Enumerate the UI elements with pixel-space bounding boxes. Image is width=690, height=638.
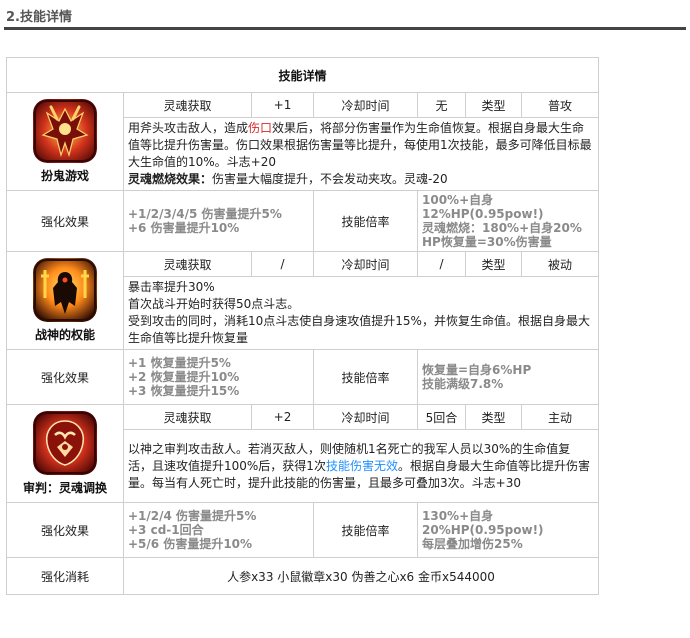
enhance-line: +6 伤害量提升10% <box>128 221 240 235</box>
desc-line: 暴击率提升30% <box>128 280 215 294</box>
skill-3-cooldown: 5回合 <box>417 404 466 430</box>
cooldown-header: 冷却时间 <box>313 251 418 277</box>
skill-1-type: 普攻 <box>520 92 600 118</box>
enhance-label: 强化效果 <box>6 502 124 558</box>
skill-3-enhance: +1/2/4 伤害量提升5% +3 cd-1回合 +5/6 伤害量提升10% <box>123 502 314 558</box>
skill-2-multiplier: 恢复量=自身6%HP 技能满级7.8% <box>416 349 600 405</box>
skill-1-cooldown: 无 <box>417 92 466 118</box>
skill-detail-table: 技能详情 扮鬼游戏 灵魂获取 +1 冷却时间 无 类型 普攻 用斧头攻击敌人，造… <box>5 57 600 595</box>
multiplier-line: 100%+自身12%HP(0.95pow!) <box>422 193 544 221</box>
skill-1-soul-gain: +1 <box>251 92 314 118</box>
horned-warrior-icon <box>33 99 97 163</box>
enhance-label: 强化效果 <box>6 349 124 405</box>
skill-1-name: 扮鬼游戏 <box>40 169 89 183</box>
skill-1-enhance: +1/2/3/4/5 伤害量提升5% +6 伤害量提升10% <box>123 190 314 252</box>
skill-immune-keyword: 技能伤害无效 <box>325 458 398 473</box>
enhance-line: +1/2/4 伤害量提升5% <box>128 509 257 523</box>
skill-3-soul-gain: +2 <box>251 404 314 430</box>
multiplier-line: HP恢复量=30%伤害量 <box>422 235 552 249</box>
multiplier-line: 130%+自身20%HP(0.95pow!) <box>422 509 544 537</box>
cooldown-header: 冷却时间 <box>313 404 418 430</box>
type-header: 类型 <box>465 404 522 430</box>
desc-text: 伤害量大幅度提升，不会发动夹攻。灵魂-20 <box>212 172 448 186</box>
skill-3-description: 以神之审判攻击敌人。若消灭敌人，则使随机1名死亡的我军人员以30%的生命值复活，… <box>122 429 600 503</box>
skill-2-name: 战神的权能 <box>34 328 95 342</box>
enhance-label: 强化效果 <box>6 190 124 252</box>
soul-burn-label: 灵魂燃烧效果： <box>128 172 213 186</box>
multiplier-label: 技能倍率 <box>313 349 418 405</box>
war-god-icon <box>33 258 97 322</box>
skill-2-type: 被动 <box>520 251 600 277</box>
soul-gain-header: 灵魂获取 <box>123 404 252 430</box>
wound-keyword: 伤口 <box>248 121 273 135</box>
skill-2-enhance: +1 恢复量提升5% +2 恢复量提升10% +3 恢复量提升15% <box>123 349 314 405</box>
enhance-line: +2 恢复量提升10% <box>128 370 240 384</box>
multiplier-line: 灵魂燃烧：180%+自身20% <box>422 221 582 235</box>
section-divider <box>4 27 686 30</box>
skill-2-icon-cell: 战神的权能 <box>6 251 124 350</box>
skill-3-name: 审判：灵魂调换 <box>22 481 107 495</box>
cost-label: 强化消耗 <box>6 557 124 595</box>
enhance-line: +3 恢复量提升15% <box>128 384 240 398</box>
skill-2-description: 暴击率提升30% 首次战斗开始时获得50点斗志。 受到攻击的同时，消耗10点斗志… <box>122 276 600 350</box>
multiplier-label: 技能倍率 <box>313 502 418 558</box>
judgment-soul-icon <box>33 411 97 475</box>
soul-gain-header: 灵魂获取 <box>123 251 252 277</box>
multiplier-label: 技能倍率 <box>313 190 418 252</box>
skill-3-multiplier: 130%+自身20%HP(0.95pow!) 每层叠加增伤25% <box>416 502 600 558</box>
desc-line: 首次战斗开始时获得50点斗志。 <box>128 297 300 311</box>
table-title: 技能详情 <box>5 57 600 93</box>
type-header: 类型 <box>465 251 522 277</box>
skill-2-cooldown: / <box>417 251 466 277</box>
enhance-line: +5/6 伤害量提升10% <box>128 537 253 551</box>
skill-3-type: 主动 <box>520 404 600 430</box>
multiplier-line: 恢复量=自身6%HP <box>422 363 532 377</box>
desc-text: 用斧头攻击敌人，造成 <box>128 121 249 135</box>
soul-gain-header: 灵魂获取 <box>123 92 252 118</box>
section-title: 2.技能详情 <box>6 10 72 25</box>
cooldown-header: 冷却时间 <box>313 92 418 118</box>
skill-1-icon-cell: 扮鬼游戏 <box>6 92 124 191</box>
type-header: 类型 <box>465 92 522 118</box>
multiplier-line: 技能满级7.8% <box>422 377 504 391</box>
skill-3-icon-cell: 审判：灵魂调换 <box>6 404 124 503</box>
multiplier-line: 每层叠加增伤25% <box>422 537 523 551</box>
desc-line: 受到攻击的同时，消耗10点斗志使自身速攻值提升15%，并恢复生命值。根据自身最大… <box>128 314 590 345</box>
skill-1-description: 用斧头攻击敌人，造成伤口效果后，将部分伤害量作为生命值恢复。根据自身最大生命值等… <box>122 117 600 191</box>
enhance-cost: 人参x33 小鼠徽章x30 伪善之心x6 金币x544000 <box>122 557 600 595</box>
enhance-line: +3 cd-1回合 <box>128 523 204 537</box>
skill-2-soul-gain: / <box>251 251 314 277</box>
enhance-line: +1 恢复量提升5% <box>128 356 231 370</box>
skill-1-multiplier: 100%+自身12%HP(0.95pow!) 灵魂燃烧：180%+自身20% H… <box>416 190 600 252</box>
enhance-line: +1/2/3/4/5 伤害量提升5% <box>128 207 282 221</box>
